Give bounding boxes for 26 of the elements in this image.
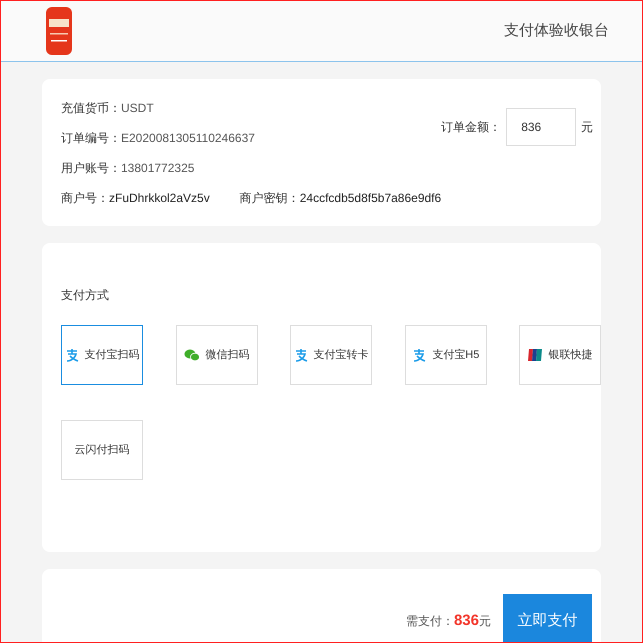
currency-unit: 元: [581, 119, 594, 136]
field-label: 商户号：: [61, 190, 109, 207]
section-title: 支付方式: [61, 287, 110, 304]
payment-method-option[interactable]: 云闪付扫码: [61, 420, 143, 480]
amount-label: 订单金额：: [441, 119, 502, 136]
page-title: 支付体验收银台: [504, 20, 609, 41]
field-label: 用户账号：: [61, 160, 121, 177]
pay-now-button[interactable]: 立即支付: [503, 594, 592, 642]
field-label: 订单编号：: [61, 130, 121, 147]
payable-amount: 需支付：836元: [406, 610, 491, 631]
field-value: 24ccfcdb5d8f5b7a86e9df6: [300, 190, 442, 207]
field-value: USDT: [121, 100, 154, 117]
payment-method-option[interactable]: 支付宝H5: [404, 325, 487, 385]
field-value: zFuDhrkkol2aVz5v: [109, 190, 210, 207]
amount-input[interactable]: 836: [506, 108, 576, 146]
field-value: 13801772325: [121, 160, 194, 177]
chat-bubbles-icon: [184, 348, 200, 362]
field-label: 充值货币：: [61, 100, 121, 117]
logo-icon: [46, 7, 72, 55]
payment-method-option[interactable]: 微信扫码: [176, 325, 258, 385]
payment-method-option[interactable]: 支付宝扫码: [61, 325, 143, 385]
card-icon: [528, 349, 542, 361]
field-value: E2020081305110246637: [121, 130, 255, 147]
field-label: 商户密钥：: [240, 190, 300, 207]
payment-method-option[interactable]: 支付宝转卡: [290, 325, 372, 385]
payment-method-option[interactable]: 银联快捷: [519, 325, 602, 385]
